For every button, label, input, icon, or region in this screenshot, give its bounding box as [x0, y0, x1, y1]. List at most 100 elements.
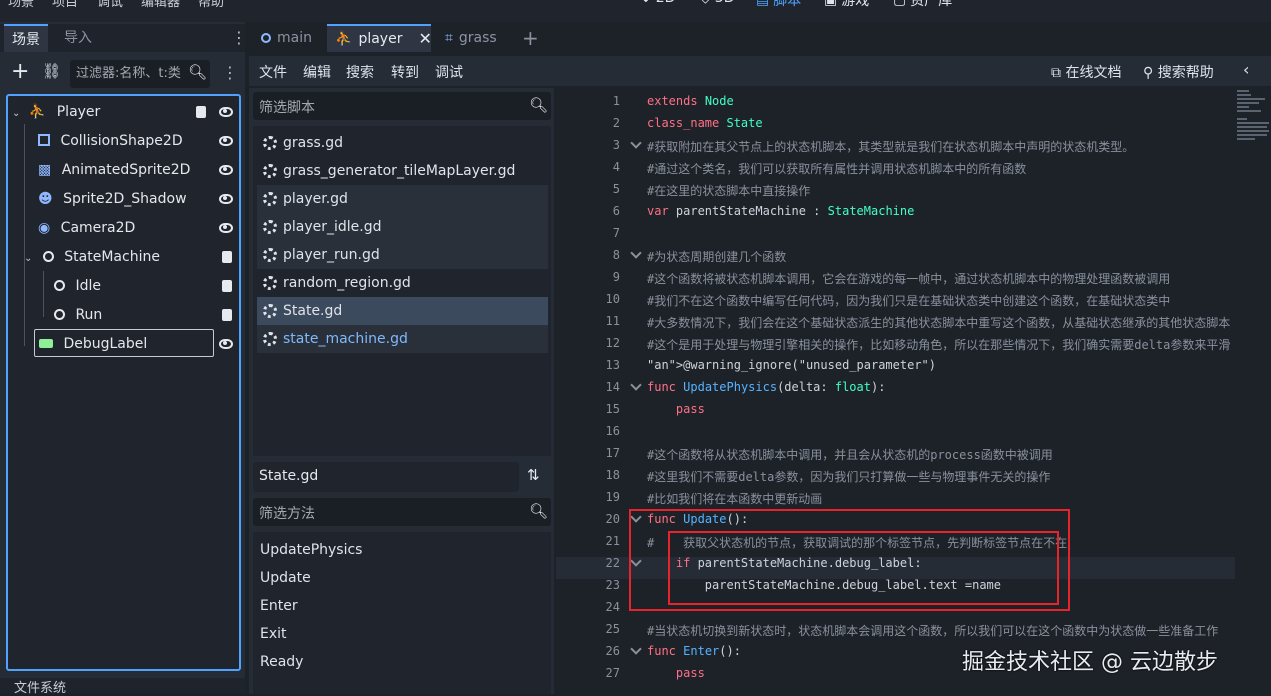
menu-editor[interactable]: 编辑器 — [141, 0, 180, 10]
tab-import[interactable]: 导入 — [56, 24, 100, 52]
code-line[interactable]: func Enter(): — [647, 644, 741, 658]
tree-node-statemachine[interactable]: ⌄ StateMachine — [24, 243, 160, 271]
method-item[interactable]: Ready — [260, 654, 303, 670]
visibility-eye-icon[interactable] — [219, 223, 233, 233]
tree-node-camera2d[interactable]: ◉ Camera2D — [38, 214, 135, 242]
dock-menu-icon[interactable]: ⋮ — [231, 30, 247, 46]
menu-debug[interactable]: 调试 — [435, 62, 463, 82]
method-item[interactable]: UpdatePhysics — [260, 542, 362, 558]
code-line[interactable]: #比如我们将在本函数中更新动画 — [647, 490, 822, 507]
method-item[interactable]: Update — [260, 570, 311, 586]
method-item[interactable]: Exit — [260, 626, 287, 642]
gear-icon — [263, 136, 277, 150]
script-item[interactable]: random_region.gd — [257, 269, 548, 297]
online-docs-button[interactable]: ⧉ 在线文档 — [1051, 62, 1121, 82]
menu-debug[interactable]: 调试 — [97, 0, 123, 10]
fold-chevron-icon[interactable] — [630, 137, 642, 149]
external-link-icon: ⧉ — [1051, 65, 1061, 81]
code-line[interactable]: pass — [647, 666, 705, 680]
tree-node-idle[interactable]: Idle — [54, 272, 101, 300]
code-line[interactable]: #获取附加在其父节点上的状态机脚本，其类型就是我们在状态机脚本中声明的状态机类型… — [647, 138, 1134, 155]
code-line[interactable]: func UpdatePhysics(delta: float): — [647, 380, 885, 394]
fold-chevron-icon[interactable] — [630, 643, 642, 655]
close-icon[interactable]: ✕ — [418, 25, 431, 53]
visibility-eye-icon[interactable] — [219, 339, 233, 349]
code-line[interactable]: #这个函数将从状态机脚本中调用，并且会从状态机的process函数中被调用 — [647, 446, 1053, 463]
code-line[interactable]: #当状态机切换到新状态时，状态机脚本会调用这个函数，所以我们可以在这个函数中为状… — [647, 622, 1218, 639]
code-line[interactable]: #在这里的状态脚本中直接操作 — [647, 182, 810, 199]
line-number: 13 — [605, 358, 620, 372]
tab-player[interactable]: ⛹ player ✕ — [327, 24, 432, 53]
sort-icon[interactable]: ⇅ — [527, 466, 540, 484]
chevron-down-icon[interactable]: ⌄ — [24, 253, 32, 264]
script-item[interactable]: player_run.gd — [257, 241, 548, 269]
menu-goto[interactable]: 转到 — [391, 62, 419, 82]
tree-node-player[interactable]: ⌄ ⛹ Player — [12, 98, 100, 126]
code-line[interactable]: #这个函数将被状态机脚本调用，它会在游戏的每一帧中，通过状态机脚本中的物理处理函… — [647, 270, 1170, 287]
menu-help[interactable]: 帮助 — [198, 0, 224, 10]
filesystem-dock-tab[interactable]: 文件系统 — [0, 678, 245, 695]
scene-dock-tabs: 场景 导入 ⋮ — [0, 24, 247, 52]
add-tab-icon[interactable]: + — [522, 26, 539, 50]
line-number: 17 — [605, 446, 620, 460]
tree-node-run[interactable]: Run — [54, 301, 102, 329]
code-line[interactable]: #为状态周期创建几个函数 — [647, 248, 786, 265]
method-item[interactable]: Enter — [260, 598, 298, 614]
workspace-3d[interactable]: ◇3D — [700, 0, 734, 6]
add-node-icon[interactable]: + — [11, 60, 29, 84]
tab-main[interactable]: main — [253, 24, 320, 52]
code-line[interactable]: #大多数情况下，我们会在这个基础状态派生的其他状态脚本中重写这个函数，从基础状态… — [647, 314, 1230, 331]
menu-edit[interactable]: 编辑 — [303, 62, 331, 82]
script-attached-icon[interactable] — [222, 280, 232, 292]
fold-chevron-icon[interactable] — [630, 379, 642, 391]
script-attached-icon[interactable] — [196, 106, 206, 118]
workspace-script[interactable]: ▤ 脚本 — [756, 0, 801, 10]
menu-file[interactable]: 文件 — [259, 62, 287, 82]
workspace-2d[interactable]: ↕2D — [640, 0, 675, 6]
code-line[interactable]: #这个是用于处理与物理引擎相关的操作，比如移动角色，所以在那些情况下，我们确实需… — [647, 336, 1230, 353]
menu-search[interactable]: 搜索 — [346, 62, 374, 82]
code-line[interactable]: #通过这个类名，我们可以获取所有属性并调用状态机脚本中的所有函数 — [647, 160, 1026, 177]
method-filter-input[interactable]: 筛选方法 🔍︎ — [253, 498, 551, 526]
code-line[interactable]: #我们不在这个函数中编写任何代码，因为我们只是在基础状态类中创建这个函数，在基础… — [647, 292, 1170, 309]
script-filter-input[interactable]: 筛选脚本 🔍︎ — [253, 92, 551, 120]
link-icon[interactable]: ⛓ — [42, 62, 61, 80]
script-item[interactable]: player.gd — [257, 185, 548, 213]
tree-node-debuglabel[interactable]: DebugLabel — [34, 329, 214, 357]
code-line[interactable]: class_name State — [647, 116, 763, 130]
script-item[interactable]: grass.gd — [257, 129, 548, 157]
workspace-game[interactable]: ▣ 游戏 — [824, 0, 869, 10]
tab-scene[interactable]: 场景 — [4, 24, 48, 52]
visibility-eye-icon[interactable] — [219, 107, 233, 117]
script-item[interactable]: player_idle.gd — [257, 213, 548, 241]
code-line[interactable]: extends Node — [647, 94, 734, 108]
tree-node-collisionshape2d[interactable]: CollisionShape2D — [38, 127, 183, 155]
script-attached-icon[interactable] — [222, 309, 232, 321]
gear-icon — [263, 220, 277, 234]
code-editor[interactable]: 1 extends Node 2 class_name State 3 #获取附加在其父节… — [556, 88, 1235, 694]
scene-options-icon[interactable]: ⋮ — [222, 65, 238, 81]
script-attached-icon[interactable] — [222, 251, 232, 263]
code-line[interactable]: var parentStateMachine : StateMachine — [647, 204, 914, 218]
code-line[interactable]: pass — [647, 402, 705, 416]
code-line[interactable]: #这里我们不需要delta参数，因为我们只打算做一些与物理事件无关的操作 — [647, 468, 1050, 485]
visibility-eye-icon[interactable] — [219, 136, 233, 146]
code-minimap[interactable] — [1235, 88, 1271, 694]
line-number: 18 — [605, 468, 620, 482]
script-item[interactable]: grass_generator_tileMapLayer.gd — [257, 157, 548, 185]
script-item[interactable]: state_machine.gd — [257, 325, 548, 353]
visibility-eye-icon[interactable] — [219, 165, 233, 175]
script-item-selected[interactable]: State.gd — [257, 297, 548, 325]
tree-node-animatedsprite2d[interactable]: ▩ AnimatedSprite2D — [38, 156, 190, 184]
fold-chevron-icon[interactable] — [630, 247, 642, 259]
menu-scene[interactable]: 场景 — [8, 0, 34, 10]
chevron-down-icon[interactable]: ⌄ — [12, 108, 20, 119]
chevron-left-icon[interactable]: ‹ — [1243, 60, 1249, 79]
search-help-button[interactable]: ⚲ 搜索帮助 — [1143, 62, 1214, 82]
menu-project[interactable]: 项目 — [52, 0, 78, 10]
workspace-assetlib[interactable]: ▢ 资产库 — [893, 0, 952, 10]
visibility-eye-icon[interactable] — [219, 194, 233, 204]
tab-grass[interactable]: ⌗ grass — [437, 24, 505, 52]
tree-node-sprite2d-shadow[interactable]: ☻ Sprite2D_Shadow — [38, 185, 187, 213]
code-line[interactable]: "an">@warning_ignore("unused_parameter") — [647, 358, 936, 372]
